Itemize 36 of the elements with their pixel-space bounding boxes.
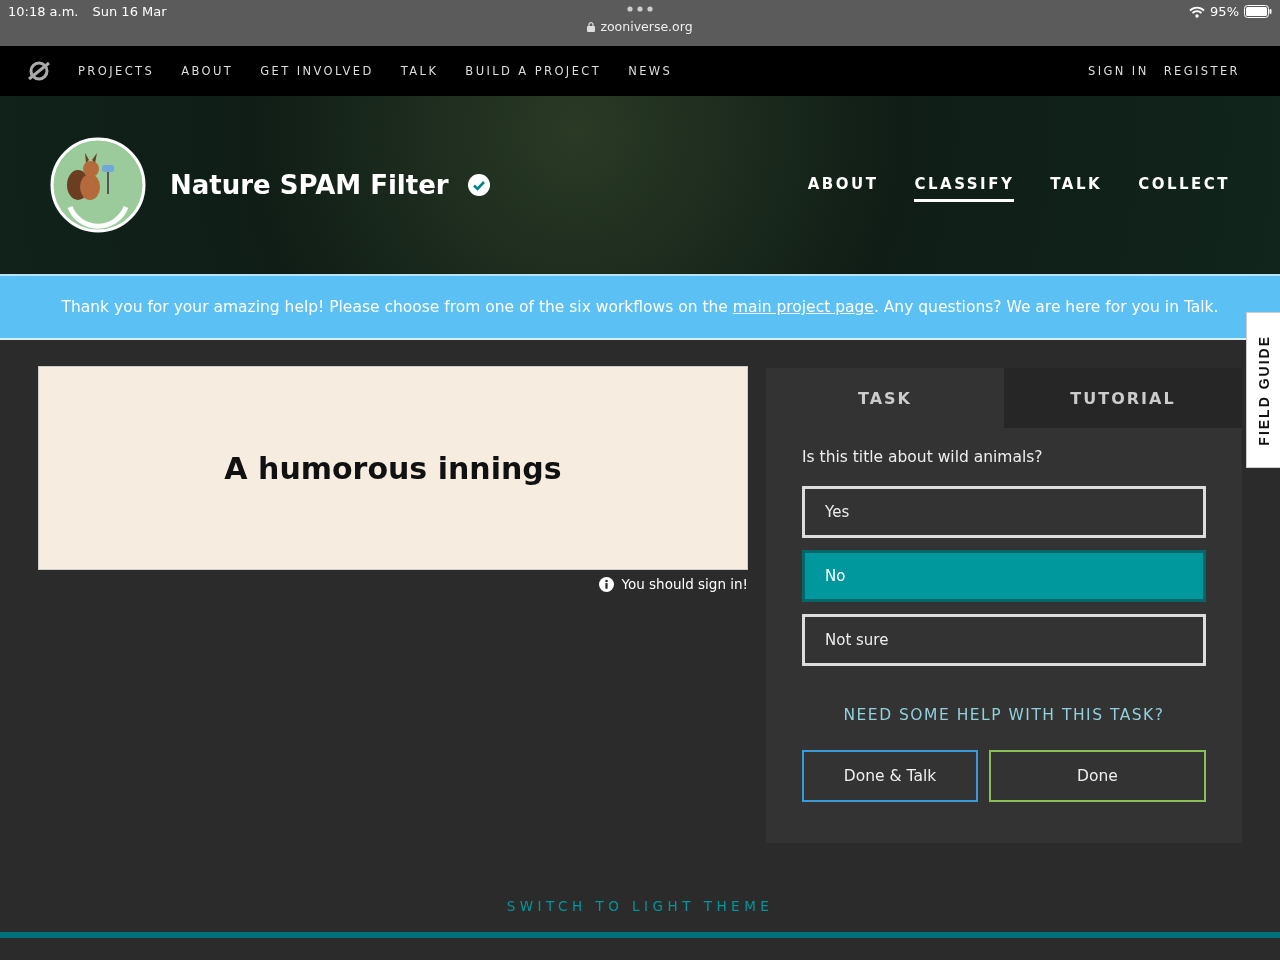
answer-option[interactable]: Not sure bbox=[802, 614, 1206, 666]
zooniverse-logo-icon[interactable] bbox=[27, 59, 51, 83]
wifi-icon bbox=[1189, 5, 1206, 18]
more-dots-icon[interactable] bbox=[627, 6, 653, 12]
status-date: Sun 16 Mar bbox=[92, 4, 167, 19]
project-tab[interactable]: TALK bbox=[1050, 168, 1103, 202]
theme-switch-link[interactable]: SWITCH TO LIGHT THEME bbox=[506, 898, 774, 914]
nav-link[interactable]: PROJECTS bbox=[78, 64, 155, 78]
battery-icon bbox=[1244, 5, 1272, 18]
announcement-text: Thank you for your amazing help! Please choose from one of the six workflows on the main project page. Any questions? We are here for you in Talk. bbox=[61, 298, 1219, 316]
lock-icon bbox=[587, 21, 596, 32]
nav-link[interactable]: GET INVOLVED bbox=[260, 64, 374, 78]
field-guide-tab[interactable]: FIELD GUIDE bbox=[1246, 312, 1280, 468]
status-time: 10:18 a.m. bbox=[8, 4, 79, 19]
nav-link[interactable]: ABOUT bbox=[181, 64, 234, 78]
nav-link[interactable]: BUILD A PROJECT bbox=[465, 64, 602, 78]
task-question: Is this title about wild animals? bbox=[802, 448, 1044, 466]
task-help-link[interactable]: NEED SOME HELP WITH THIS TASK? bbox=[802, 706, 1206, 724]
nav-link[interactable]: NEWS bbox=[628, 64, 673, 78]
address-bar[interactable]: zooniverse.org bbox=[587, 19, 693, 34]
project-tab[interactable]: ABOUT bbox=[807, 168, 879, 202]
project-title: Nature SPAM Filter bbox=[170, 170, 449, 200]
task-panel-tab[interactable]: TUTORIAL bbox=[1004, 368, 1242, 428]
subject-text: A humorous innings bbox=[224, 450, 562, 486]
account-link[interactable]: REGISTER bbox=[1163, 64, 1240, 78]
battery-percent: 95% bbox=[1210, 4, 1239, 19]
nav-link[interactable]: TALK bbox=[400, 64, 439, 78]
answer-option[interactable]: No bbox=[802, 550, 1206, 602]
project-tab[interactable]: CLASSIFY bbox=[914, 168, 1015, 202]
info-icon bbox=[598, 576, 614, 592]
account-link[interactable]: SIGN IN bbox=[1088, 64, 1149, 78]
done-and-talk-button[interactable]: Done & Talk bbox=[802, 750, 978, 802]
sign-in-note: You should sign in! bbox=[621, 576, 748, 592]
done-button[interactable]: Done bbox=[989, 750, 1206, 802]
project-tab[interactable]: COLLECT bbox=[1138, 168, 1230, 202]
answer-option[interactable]: Yes bbox=[802, 486, 1206, 538]
